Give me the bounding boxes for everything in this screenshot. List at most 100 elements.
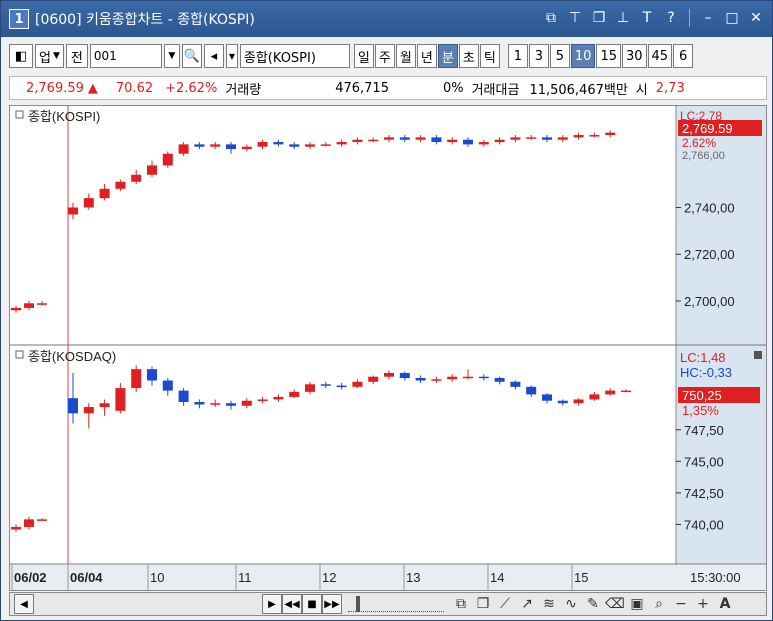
hc-label: HC:-0,33	[680, 365, 732, 380]
candle-body	[162, 153, 173, 166]
title-separator	[689, 9, 690, 27]
speaker-icon[interactable]: ◂	[203, 44, 224, 68]
interval-button[interactable]: 10	[570, 44, 596, 68]
candle-body	[605, 390, 616, 395]
interval-button[interactable]: 45	[647, 44, 673, 68]
x-tick-label: 10	[150, 570, 164, 585]
candle-body	[605, 132, 616, 136]
zoom-slider-thumb[interactable]	[356, 596, 360, 612]
help-icon[interactable]: ?	[661, 8, 681, 28]
rewind-icon[interactable]: ◀◀	[282, 594, 302, 614]
scroll-left-icon[interactable]: ◀	[14, 594, 34, 614]
candle-body	[447, 139, 458, 143]
candle-body	[68, 398, 78, 414]
line-chart-icon[interactable]: ⟋	[494, 596, 516, 612]
market-select[interactable]: 업 ▼	[35, 44, 64, 68]
zoom-slider[interactable]	[348, 596, 444, 612]
price-tick-label: 2,740,00	[684, 200, 735, 215]
zoom-in-icon[interactable]: +	[692, 596, 714, 612]
title-bar[interactable]: 1 [0600] 키움종합차트 - 종합(KOSPI) ⧉ ⊤ ❐ ⊥ T ? …	[1, 1, 772, 37]
period-button[interactable]: 주	[374, 44, 395, 68]
price-value: 2,769.59	[26, 80, 84, 96]
candle-body	[384, 137, 394, 140]
stop-icon[interactable]: ■	[302, 594, 322, 614]
period-button[interactable]: 년	[416, 44, 437, 68]
interval-button[interactable]: 5	[549, 44, 570, 68]
font-a-icon[interactable]: A	[714, 596, 736, 612]
play-icon[interactable]: ▶	[262, 594, 282, 614]
maximize-icon[interactable]: □	[722, 8, 742, 28]
panel-marker-icon	[15, 110, 24, 119]
code-dropdown-icon[interactable]: ▼	[163, 44, 180, 68]
chart-area[interactable]: 2,740,00 2,720,00 2,700,00 종합(KOSPI) 747,50 7…	[9, 105, 767, 591]
period-button[interactable]: 틱	[479, 44, 500, 68]
panel-close-icon	[754, 351, 762, 359]
pin-top-icon[interactable]: ⊤	[565, 8, 585, 28]
interval-button[interactable]: 6	[673, 44, 694, 68]
candle-body	[305, 144, 315, 147]
name-field[interactable]: 종합(KOSPI)	[239, 44, 350, 68]
prev-button[interactable]: 전	[65, 44, 88, 68]
save-icon[interactable]: ▣	[626, 596, 648, 612]
candle-body	[336, 142, 347, 145]
forward-icon[interactable]: ▶▶	[322, 594, 342, 614]
candle-body	[415, 137, 426, 140]
pen-icon[interactable]: ✎	[582, 596, 604, 612]
zoom-icon[interactable]: ⌕	[648, 596, 670, 612]
speaker-dropdown-icon[interactable]: ▼	[225, 44, 238, 68]
x-tick-label: 13	[406, 570, 420, 585]
chart-window: 1 [0600] 키움종합차트 - 종합(KOSPI) ⧉ ⊤ ❐ ⊥ T ? …	[0, 0, 773, 621]
x-axis-background	[10, 565, 766, 590]
layout-icon[interactable]: ◧	[9, 44, 33, 68]
candle-body	[11, 307, 21, 311]
candle-body	[178, 390, 189, 402]
candle-body	[526, 386, 537, 395]
candle-body	[557, 137, 568, 140]
wave-icon[interactable]: ∿	[560, 596, 582, 612]
chart-svg[interactable]: 2,740,00 2,720,00 2,700,00 종합(KOSPI) 747,50 7…	[10, 106, 766, 590]
interval-button[interactable]: 1	[507, 44, 528, 68]
price-tick-label: 747,50	[684, 423, 724, 438]
pin-icon[interactable]: ⊥	[613, 8, 633, 28]
code-input[interactable]: 001	[89, 44, 162, 68]
volume-percent: 0%	[442, 80, 464, 96]
close-icon[interactable]: ✕	[746, 8, 766, 28]
candle-body	[463, 376, 473, 379]
minimize-icon[interactable]: –	[698, 8, 718, 28]
change-value: 70.62	[115, 80, 154, 96]
change-percent: +2.62%	[165, 80, 218, 96]
period-button[interactable]: 분	[437, 44, 458, 68]
copy-chart-icon[interactable]: ⧉	[450, 596, 472, 612]
link-window-icon[interactable]: ⧉	[541, 8, 561, 28]
panel-title: 종합(KOSPI)	[28, 109, 100, 124]
candle-body	[226, 403, 236, 406]
fibonacci-icon[interactable]: ≋	[538, 596, 560, 612]
candle-body	[368, 139, 379, 142]
period-button[interactable]: 초	[458, 44, 479, 68]
interval-button[interactable]: 15	[596, 44, 621, 68]
candle-body	[99, 188, 110, 199]
change-pct-label: 1,35%	[682, 403, 719, 418]
amount-value: 11,506,467백만	[529, 82, 628, 98]
zoom-out-icon[interactable]: −	[670, 596, 692, 612]
lc-label: LC:1,48	[680, 350, 726, 365]
x-tick-label: 14	[490, 570, 504, 585]
candle-body	[178, 144, 189, 154]
eraser-icon[interactable]: ⌫	[604, 596, 626, 612]
candle-body	[384, 372, 394, 377]
candle-body	[226, 144, 236, 150]
candle-body	[194, 144, 205, 147]
period-button[interactable]: 일	[353, 44, 374, 68]
font-icon[interactable]: T	[637, 8, 657, 28]
candle-body	[526, 137, 537, 139]
search-icon[interactable]: 🔍	[181, 44, 202, 68]
interval-button[interactable]: 3	[528, 44, 549, 68]
duplicate-window-icon[interactable]: ❐	[589, 8, 609, 28]
candle-body	[24, 303, 34, 308]
trendline-icon[interactable]: ↗	[516, 596, 538, 612]
up-arrow-icon: ▲	[87, 80, 98, 96]
window-layout-icon[interactable]: ❐	[472, 596, 494, 612]
period-button[interactable]: 월	[395, 44, 416, 68]
market-label: 업	[39, 50, 51, 66]
interval-button[interactable]: 30	[621, 44, 647, 68]
